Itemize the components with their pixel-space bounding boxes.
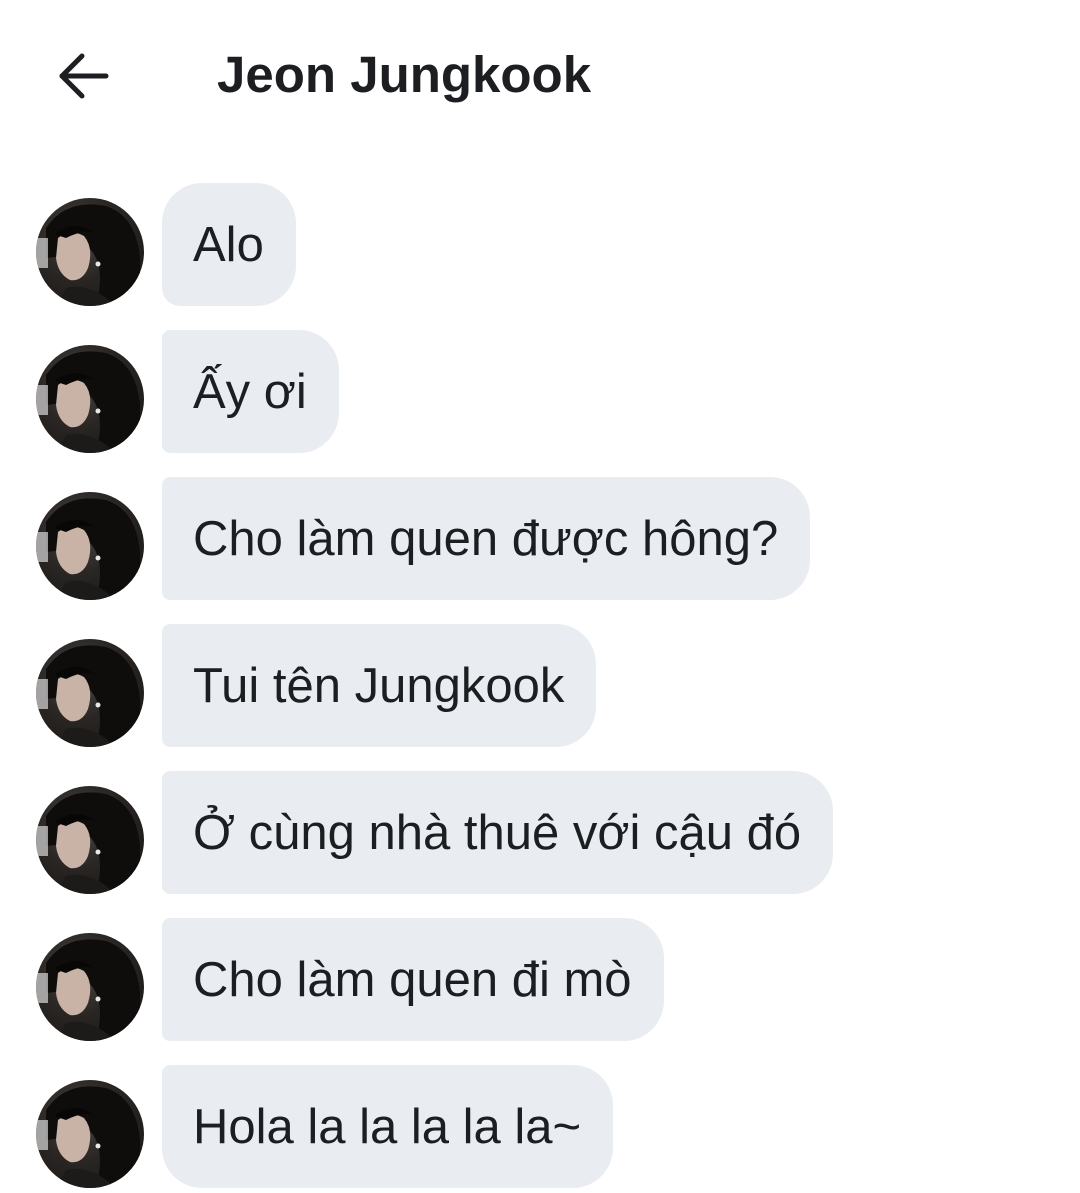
- avatar[interactable]: [36, 933, 144, 1041]
- message-row: Hola la la la la la~: [0, 1065, 1080, 1188]
- message-row: Ấy ơi: [0, 330, 1080, 453]
- avatar[interactable]: [36, 786, 144, 894]
- avatar-image: [36, 351, 140, 453]
- message-bubble[interactable]: Alo: [162, 183, 296, 306]
- message-bubble[interactable]: Tui tên Jungkook: [162, 624, 597, 747]
- avatar-image: [36, 1086, 140, 1188]
- message-row: Ở cùng nhà thuê với cậu đó: [0, 771, 1080, 894]
- avatar[interactable]: [36, 345, 144, 453]
- message-bubble[interactable]: Cho làm quen đi mò: [162, 918, 664, 1041]
- avatar[interactable]: [36, 492, 144, 600]
- message-bubble[interactable]: Ở cùng nhà thuê với cậu đó: [162, 771, 834, 894]
- message-bubble[interactable]: Cho làm quen được hông?: [162, 477, 811, 600]
- message-row: Tui tên Jungkook: [0, 624, 1080, 747]
- avatar-image: [36, 645, 140, 747]
- message-row: Alo: [0, 183, 1080, 306]
- avatar-image: [36, 498, 140, 600]
- message-bubble[interactable]: Hola la la la la la~: [162, 1065, 614, 1188]
- message-bubble[interactable]: Ấy ơi: [162, 330, 339, 453]
- avatar[interactable]: [36, 198, 144, 306]
- avatar-image: [36, 792, 140, 894]
- message-list: Alo Ấy ơi Cho làm quen được hông? Tui tê…: [0, 0, 1080, 1193]
- message-row: Cho làm quen đi mò: [0, 918, 1080, 1041]
- avatar-image: [36, 939, 140, 1041]
- avatar[interactable]: [36, 1080, 144, 1188]
- avatar[interactable]: [36, 639, 144, 747]
- avatar-image: [36, 204, 140, 306]
- message-row: Cho làm quen được hông?: [0, 477, 1080, 600]
